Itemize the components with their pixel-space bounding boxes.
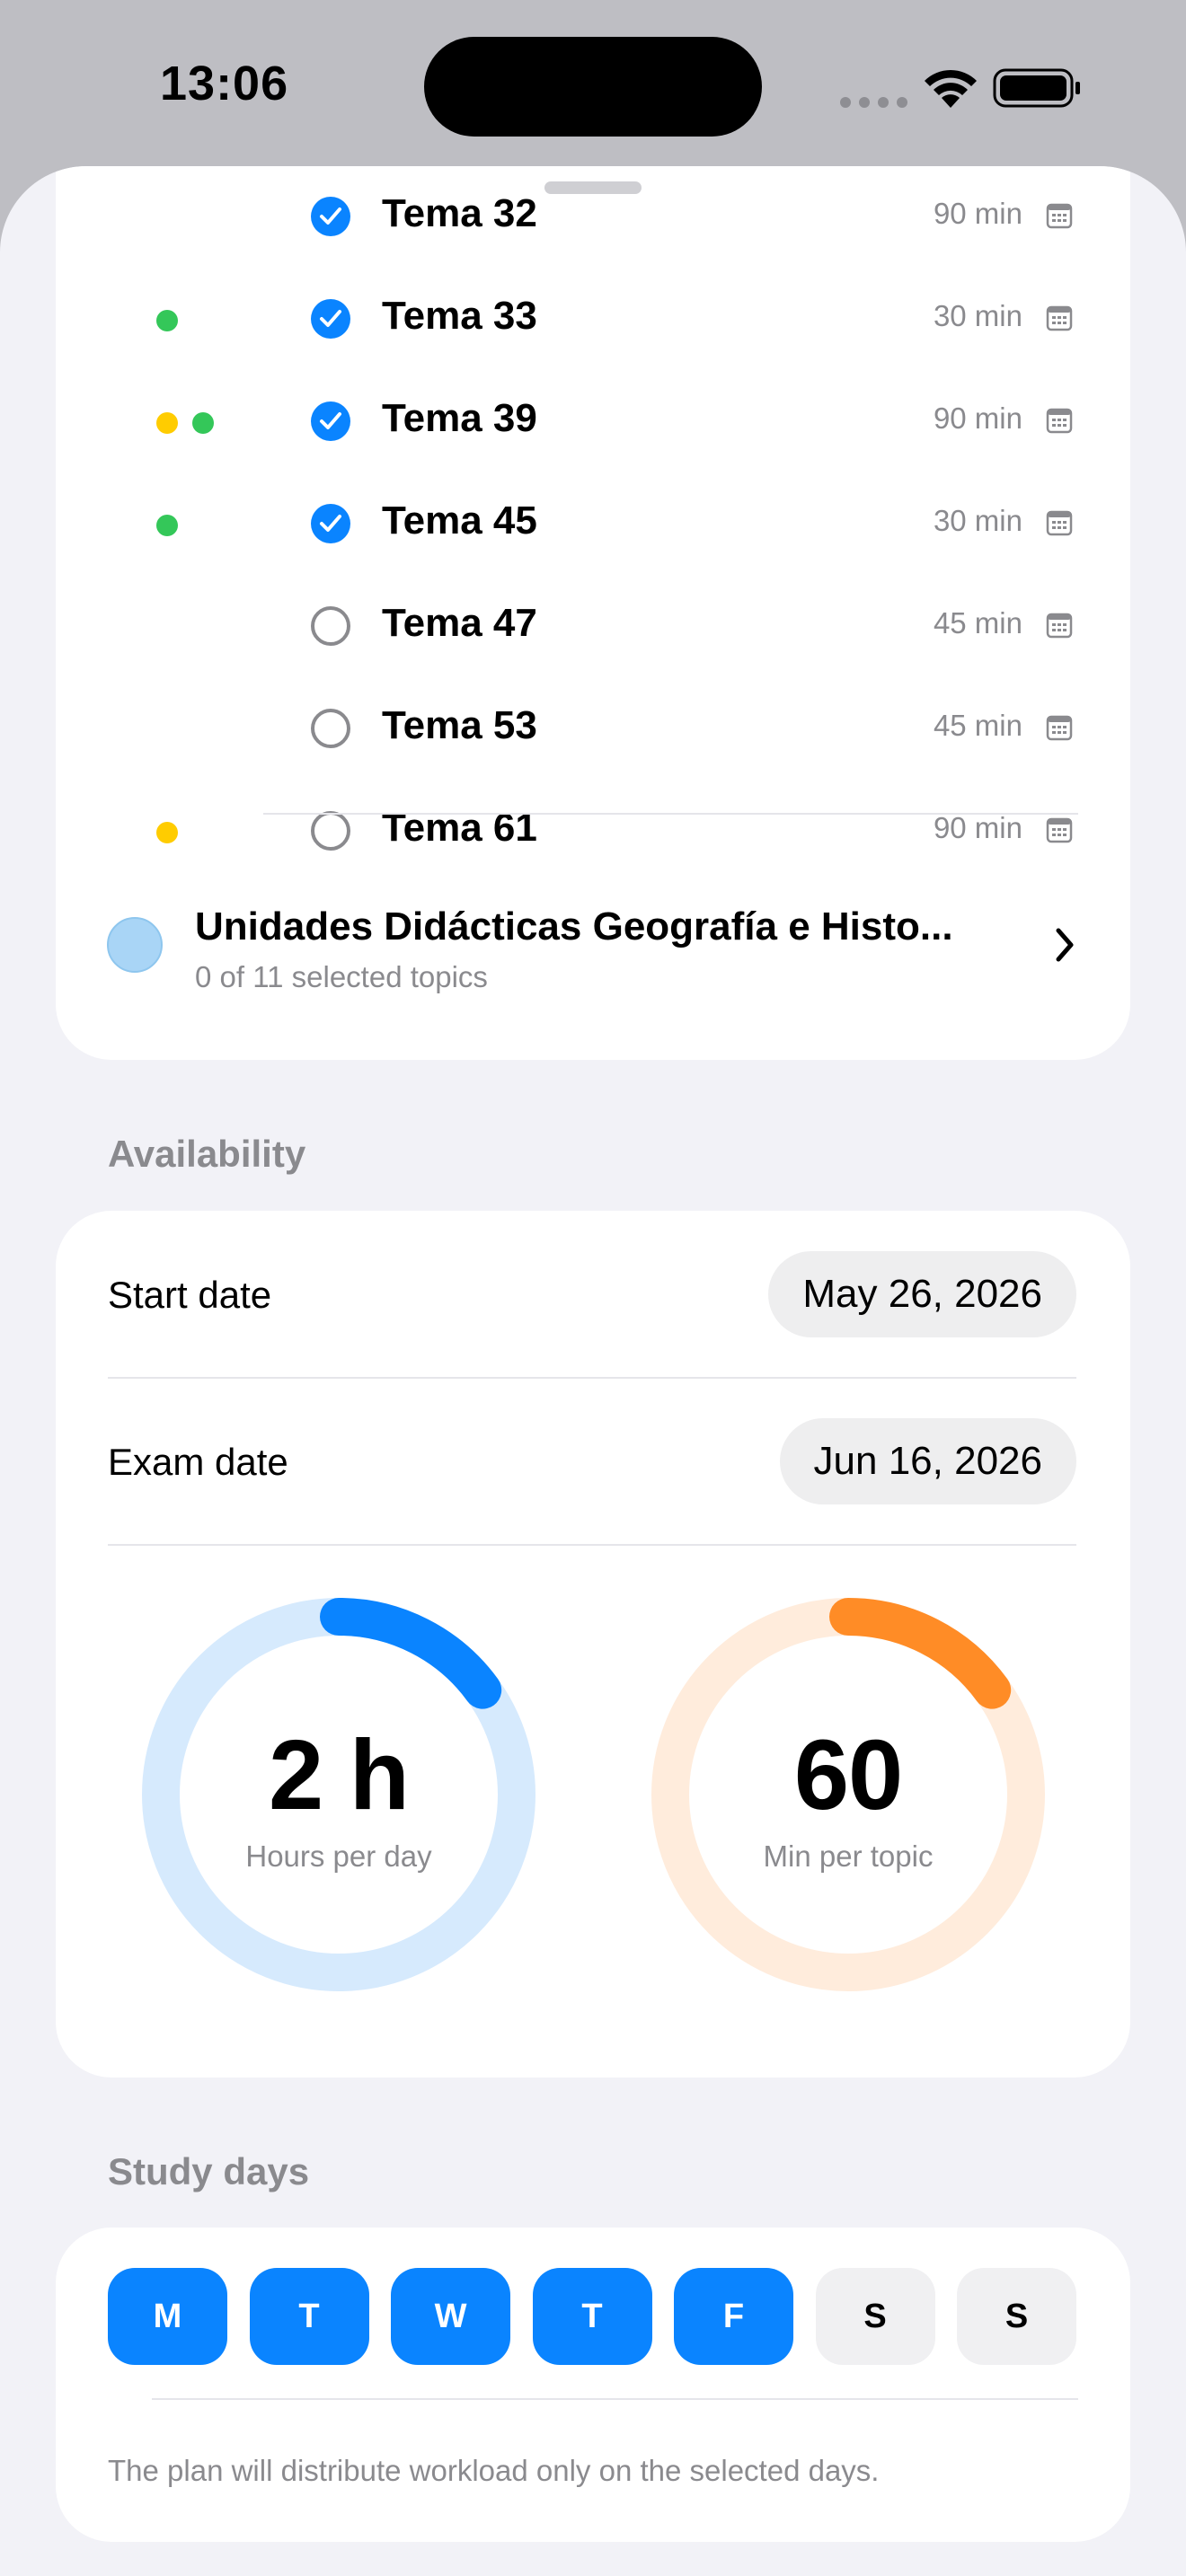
topic-name: Tema 47: [382, 601, 537, 645]
availability-header: Availability: [108, 1133, 306, 1175]
topic-name: Tema 39: [382, 396, 537, 440]
tag-dot: [192, 412, 214, 434]
checkbox-unchecked-icon[interactable]: [311, 709, 350, 748]
plan-sheet: Tema 32 90 min Tema 33 30 min Tema 39 90 min T…: [0, 166, 1186, 2576]
status-bar: 13:06: [0, 0, 1186, 171]
exam-date-label: Exam date: [108, 1441, 288, 1483]
topic-tag-dots: [156, 412, 228, 434]
start-date-picker[interactable]: May 26, 2026: [768, 1251, 1076, 1337]
status-icons: [840, 61, 1083, 115]
hours-label: Hours per day: [245, 1839, 432, 1873]
subject-divider: [263, 813, 1078, 815]
subject-subtitle: 0 of 11 selected topics: [195, 960, 488, 993]
topic-tag-dots: [156, 310, 192, 331]
topic-row[interactable]: Tema 39 90 min: [56, 371, 1130, 473]
checkbox-checked-icon[interactable]: [311, 401, 350, 441]
subject-row[interactable]: Unidades Didácticas Geografía e Histo...…: [56, 867, 1130, 1028]
topic-duration: 90 min: [933, 811, 1022, 844]
hours-per-day-dial[interactable]: 2 h Hours per day: [141, 1597, 536, 1992]
hours-value: 2 h: [269, 1720, 410, 1831]
study-days-note: The plan will distribute workload only o…: [108, 2454, 880, 2487]
battery-icon: [993, 68, 1080, 108]
minutes-progress-arc: [829, 1598, 1012, 1709]
topic-name: Tema 53: [382, 703, 537, 747]
subject-color-dot: [107, 917, 163, 973]
day-toggle[interactable]: W: [391, 2268, 510, 2365]
exam-date-row: Exam date Jun 16, 2026: [108, 1378, 1076, 1545]
calendar-icon[interactable]: [1046, 304, 1073, 331]
topic-row[interactable]: Tema 47 45 min: [56, 576, 1130, 678]
chevron-right-icon: [1056, 928, 1074, 962]
day-toggle[interactable]: T: [532, 2268, 652, 2365]
row-divider: [108, 1544, 1076, 1546]
topic-duration: 30 min: [933, 504, 1022, 537]
minutes-per-topic-dial[interactable]: 60 Min per topic: [651, 1597, 1046, 1992]
calendar-icon[interactable]: [1046, 202, 1073, 229]
topic-name: Tema 33: [382, 294, 537, 338]
day-toggle[interactable]: S: [957, 2268, 1076, 2365]
study-days-card: MTWTFSS The plan will distribute workloa…: [56, 2228, 1130, 2542]
tag-dot: [156, 822, 178, 843]
tag-dot: [156, 310, 178, 331]
topic-duration: 90 min: [933, 197, 1022, 230]
topic-row[interactable]: Tema 45 30 min: [56, 473, 1130, 576]
minutes-value: 60: [793, 1720, 903, 1831]
calendar-icon[interactable]: [1046, 407, 1073, 434]
start-date-row: Start date May 26, 2026: [108, 1211, 1076, 1378]
status-time: 13:06: [160, 57, 289, 110]
topics-card: Tema 32 90 min Tema 33 30 min Tema 39 90 min T…: [56, 166, 1130, 1060]
topic-duration: 90 min: [933, 401, 1022, 435]
calendar-icon[interactable]: [1046, 816, 1073, 843]
topic-name: Tema 32: [382, 191, 537, 235]
checkbox-unchecked-icon[interactable]: [311, 606, 350, 646]
topic-duration: 30 min: [933, 299, 1022, 332]
hours-progress-arc: [320, 1598, 502, 1709]
wifi-icon: [925, 69, 977, 108]
exam-date-picker[interactable]: Jun 16, 2026: [779, 1418, 1076, 1504]
topic-row[interactable]: Tema 33 30 min: [56, 269, 1130, 371]
dynamic-island: [424, 37, 762, 137]
checkbox-unchecked-icon[interactable]: [311, 811, 350, 851]
subject-title: Unidades Didácticas Geografía e Histo...: [195, 904, 953, 948]
day-toggle[interactable]: S: [815, 2268, 935, 2365]
topic-tag-dots: [156, 822, 192, 843]
topic-row[interactable]: Tema 53 45 min: [56, 678, 1130, 781]
topic-tag-dots: [156, 515, 192, 536]
sheet-grabber[interactable]: [544, 181, 642, 194]
tag-dot: [156, 412, 178, 434]
day-toggle[interactable]: F: [674, 2268, 793, 2365]
checkbox-checked-icon[interactable]: [311, 504, 350, 543]
start-date-label: Start date: [108, 1274, 272, 1316]
calendar-icon[interactable]: [1046, 509, 1073, 536]
availability-card: Start date May 26, 2026 Exam date Jun 16…: [56, 1211, 1130, 2078]
calendar-icon[interactable]: [1046, 612, 1073, 639]
day-toggle[interactable]: M: [108, 2268, 227, 2365]
checkbox-checked-icon[interactable]: [311, 299, 350, 339]
topic-duration: 45 min: [933, 606, 1022, 640]
checkbox-checked-icon[interactable]: [311, 197, 350, 236]
cellular-dots-icon: [840, 96, 916, 112]
topic-duration: 45 min: [933, 709, 1022, 742]
study-days-header: Study days: [108, 2150, 310, 2192]
minutes-label: Min per topic: [763, 1839, 934, 1873]
topic-name: Tema 45: [382, 498, 537, 543]
days-divider: [152, 2398, 1078, 2400]
tag-dot: [156, 515, 178, 536]
day-toggle[interactable]: T: [249, 2268, 369, 2365]
calendar-icon[interactable]: [1046, 714, 1073, 741]
